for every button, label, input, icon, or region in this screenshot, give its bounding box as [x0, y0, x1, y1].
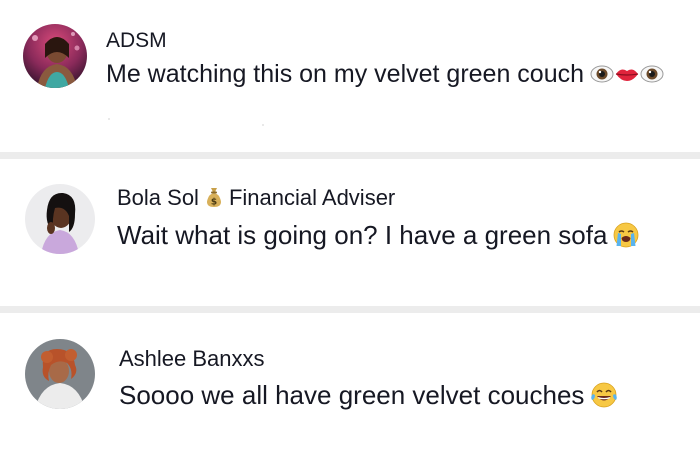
username-name: Bola Sol	[117, 185, 199, 210]
avatar[interactable]	[23, 24, 87, 88]
faint-dot	[108, 118, 110, 120]
eyes-lips-eyes-emoji-icon	[590, 62, 664, 94]
comment-item: Bola Sol $ Financial Adviser Wait what i…	[0, 159, 700, 306]
avatar[interactable]	[25, 184, 95, 254]
comment-item: ADSM Me watching this on my velvet green…	[0, 0, 700, 152]
comment-text-body: Me watching this on my velvet green couc…	[106, 60, 585, 88]
avatar-image-icon	[23, 24, 87, 88]
money-bag-icon: $	[205, 186, 223, 214]
loudly-crying-face-icon	[613, 222, 639, 255]
comment-text-body: Soooo we all have green velvet couches	[119, 380, 585, 410]
avatar-image-icon	[25, 339, 95, 409]
comment-divider	[0, 152, 700, 159]
comment-text: Soooo we all have green velvet couches	[119, 379, 618, 415]
comment-item: Ashlee Banxxs Soooo we all have green ve…	[0, 313, 700, 465]
avatar-image-icon	[25, 184, 95, 254]
avatar[interactable]	[25, 339, 95, 409]
face-with-tears-of-joy-icon	[590, 382, 618, 415]
comment-text: Me watching this on my velvet green couc…	[106, 58, 664, 94]
faint-dot	[262, 124, 264, 126]
comment-username[interactable]: ADSM	[106, 28, 167, 54]
comment-username[interactable]: Ashlee Banxxs	[119, 346, 265, 372]
svg-text:$: $	[211, 198, 217, 208]
comment-text: Wait what is going on? I have a green so…	[117, 219, 639, 255]
username-title: Financial Adviser	[228, 185, 396, 210]
comment-text-body: Wait what is going on? I have a green so…	[117, 220, 608, 250]
comment-username[interactable]: Bola Sol $ Financial Adviser	[117, 185, 395, 214]
comment-divider	[0, 306, 700, 313]
